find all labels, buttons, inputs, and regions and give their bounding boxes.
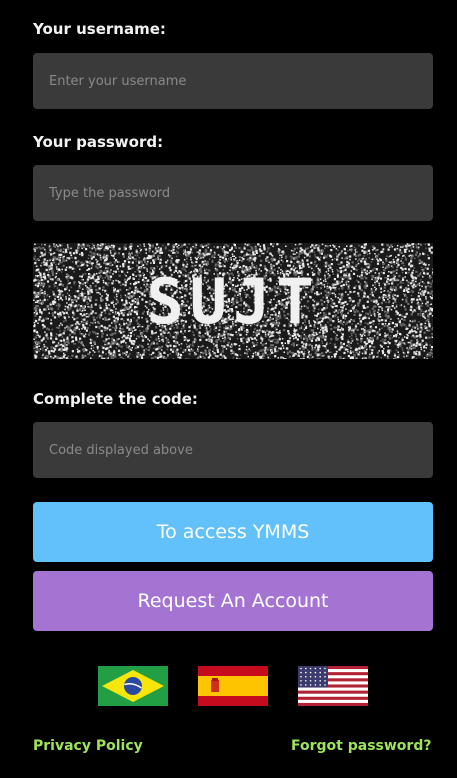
username-input[interactable] (33, 53, 433, 109)
captcha-image: SUJT (33, 243, 433, 359)
spain-flag-icon[interactable] (198, 666, 268, 706)
password-label: Your password: (33, 133, 164, 151)
privacy-policy-link[interactable]: Privacy Policy (33, 738, 143, 754)
usa-flag-icon[interactable] (298, 666, 368, 706)
request-account-button[interactable]: Request An Account (33, 571, 433, 631)
brazil-flag-icon[interactable] (98, 666, 168, 706)
code-input[interactable] (33, 422, 433, 478)
password-input[interactable] (33, 165, 433, 221)
captcha-text: SUJT (146, 265, 319, 338)
code-label: Complete the code: (33, 390, 198, 408)
access-button[interactable]: To access YMMS (33, 502, 433, 562)
forgot-password-link[interactable]: Forgot password? (291, 738, 431, 754)
username-label: Your username: (33, 20, 166, 38)
